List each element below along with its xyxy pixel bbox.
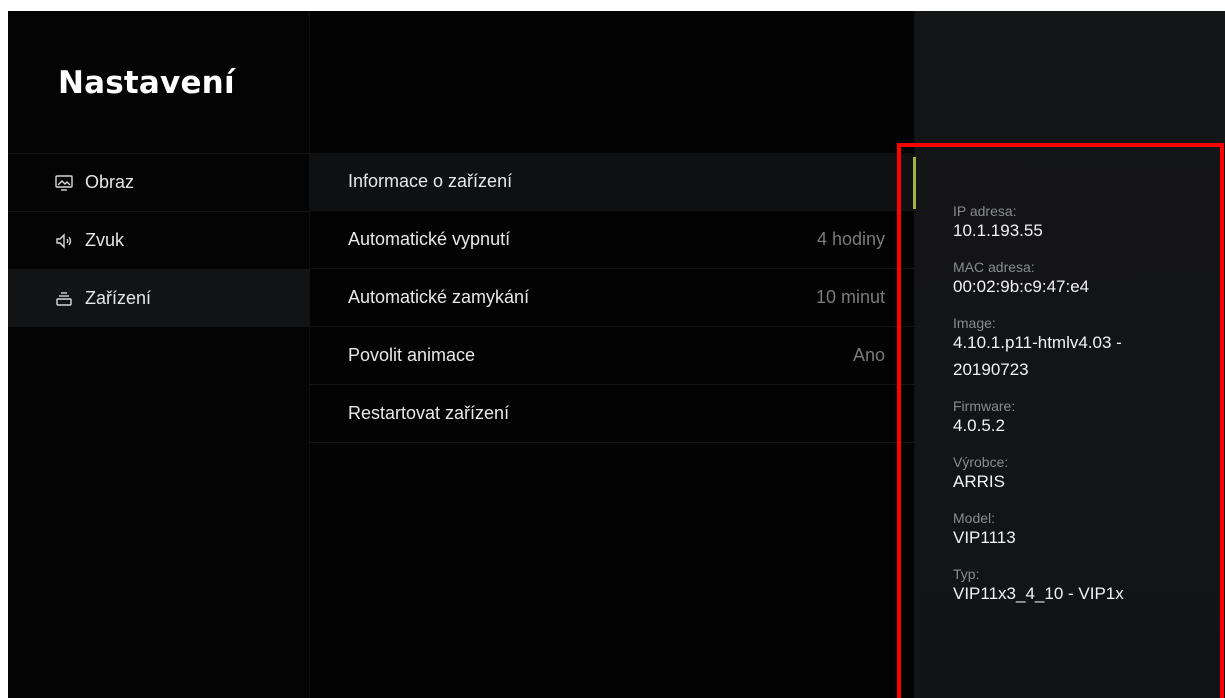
device-info-list: IP adresa: 10.1.193.55 MAC adresa: 00:02… [953,203,1213,622]
settings-item-auto-lock[interactable]: Automatické zamykání 10 minut [310,269,915,327]
info-value: VIP1113 [953,528,1016,547]
page-title: Nastavení [58,65,235,101]
settings-item-label: Restartovat zařízení [348,403,510,423]
info-mac: MAC adresa: 00:02:9b:c9:47:e4 [953,259,1213,298]
settings-item-value: 4 hodiny [816,229,885,249]
info-value: 00:02:9b:c9:47:e4 [953,277,1090,296]
info-type: Typ: VIP11x3_4_10 - VIP1x [953,566,1213,605]
settings-item-auto-shutdown[interactable]: Automatické vypnutí 4 hodiny [310,211,915,269]
info-value: ARRIS [953,472,1005,491]
info-label: Model: [953,510,996,526]
sidebar-nav: Obraz Zvuk Zařízení [8,153,310,327]
picture-icon [53,172,75,194]
info-value: 4.10.1.p11-htmlv4.03 - [953,333,1122,352]
sidebar-item-label: Zvuk [85,230,125,250]
settings-item-value: Ano [852,345,885,365]
info-value: VIP11x3_4_10 - VIP1x [953,584,1124,603]
sidebar-item-label: Zařízení [85,287,152,308]
info-value: 20190723 [953,360,1029,379]
info-label: IP adresa: [953,203,1017,219]
sidebar-item-zvuk[interactable]: Zvuk [8,211,310,269]
speaker-icon [53,230,75,252]
settings-item-label: Automatické zamykání [348,287,530,307]
settings-item-device-info[interactable]: Informace o zařízení [310,153,915,211]
settings-item-value: 10 minut [815,287,885,307]
settings-item-restart[interactable]: Restartovat zařízení [310,385,915,443]
settings-item-label: Automatické vypnutí [348,229,511,249]
device-icon [53,287,75,309]
info-label: Image: [953,315,996,331]
sidebar-panel [8,11,310,698]
info-value: 4.0.5.2 [953,416,1005,435]
sidebar-item-label: Obraz [85,172,135,192]
info-label: MAC adresa: [953,259,1035,275]
info-label: Firmware: [953,398,1016,414]
info-image: Image: 4.10.1.p11-htmlv4.03 - 20190723 [953,315,1213,381]
sidebar-item-obraz[interactable]: Obraz [8,153,310,211]
info-firmware: Firmware: 4.0.5.2 [953,398,1213,437]
sidebar-item-zarizeni[interactable]: Zařízení [8,269,310,327]
info-vendor: Výrobce: ARRIS [953,454,1213,493]
info-model: Model: VIP1113 [953,510,1213,549]
focus-indicator [913,157,916,209]
settings-item-animations[interactable]: Povolit animace Ano [310,327,915,385]
settings-list: Informace o zařízení Automatické vypnutí… [310,153,915,443]
info-label: Typ: [953,566,980,582]
info-value: 10.1.193.55 [953,221,1043,240]
info-ip: IP adresa: 10.1.193.55 [953,203,1213,242]
tv-settings-screen: Nastavení Obraz Zvuk Zařízení Informace … [8,11,1225,698]
settings-item-label: Povolit animace [348,345,476,365]
info-label: Výrobce: [953,454,1009,470]
settings-item-label: Informace o zařízení [348,171,513,191]
